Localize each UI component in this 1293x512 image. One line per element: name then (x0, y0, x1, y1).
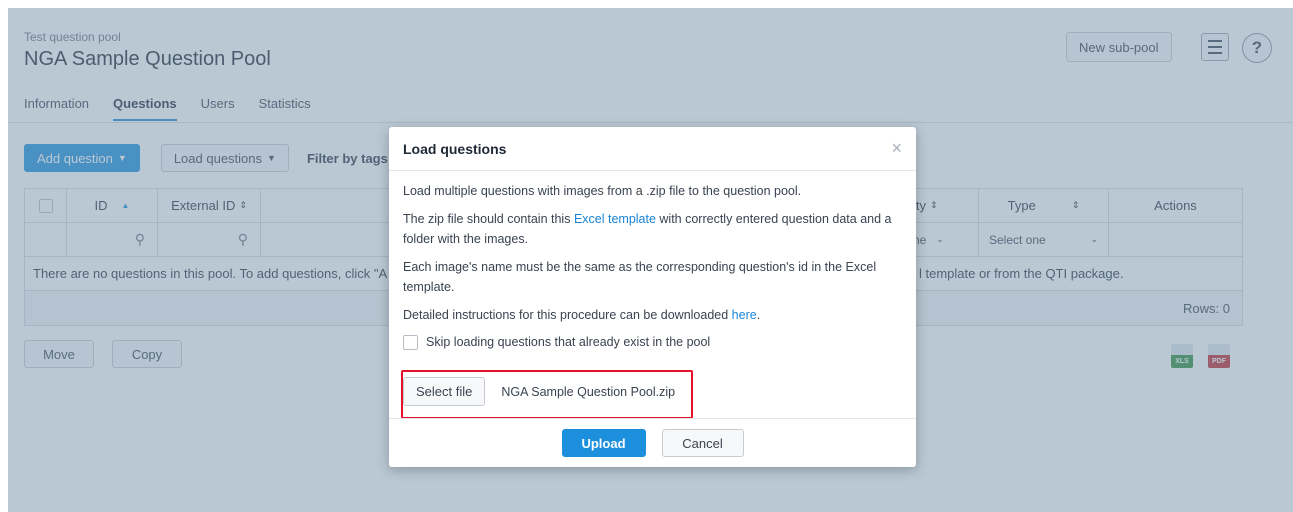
excel-template-link[interactable]: Excel template (574, 212, 656, 226)
file-picker-row: Select file NGA Sample Question Pool.zip (403, 377, 675, 406)
skip-existing-label: Skip loading questions that already exis… (426, 335, 711, 349)
line4-pre: Detailed instructions for this procedure… (403, 308, 732, 322)
modal-header: Load questions × (389, 127, 916, 171)
modal-footer: Upload Cancel (389, 418, 916, 467)
close-icon[interactable]: × (891, 138, 902, 159)
instruction-line-2: The zip file should contain this Excel t… (403, 209, 902, 249)
select-file-button[interactable]: Select file (403, 377, 486, 406)
instructions-here-link[interactable]: here (732, 308, 757, 322)
modal-title: Load questions (403, 140, 507, 157)
modal-body: Load multiple questions with images from… (389, 171, 916, 352)
instruction-line-3: Each image's name must be the same as th… (403, 260, 877, 294)
skip-existing-row: Skip loading questions that already exis… (403, 332, 902, 352)
instruction-line-4: Detailed instructions for this procedure… (403, 305, 902, 325)
line4-post: . (756, 308, 761, 322)
line2-pre: The zip file should contain this (403, 212, 574, 226)
instruction-line-1: Load multiple questions with images from… (403, 184, 802, 198)
load-questions-modal: Load questions × Load multiple questions… (389, 127, 916, 467)
skip-existing-checkbox[interactable] (403, 334, 418, 350)
selected-file-name: NGA Sample Question Pool.zip (501, 384, 676, 399)
cancel-button[interactable]: Cancel (661, 429, 744, 457)
page: Test question pool NGA Sample Question P… (8, 8, 1293, 512)
upload-button[interactable]: Upload (561, 429, 646, 457)
